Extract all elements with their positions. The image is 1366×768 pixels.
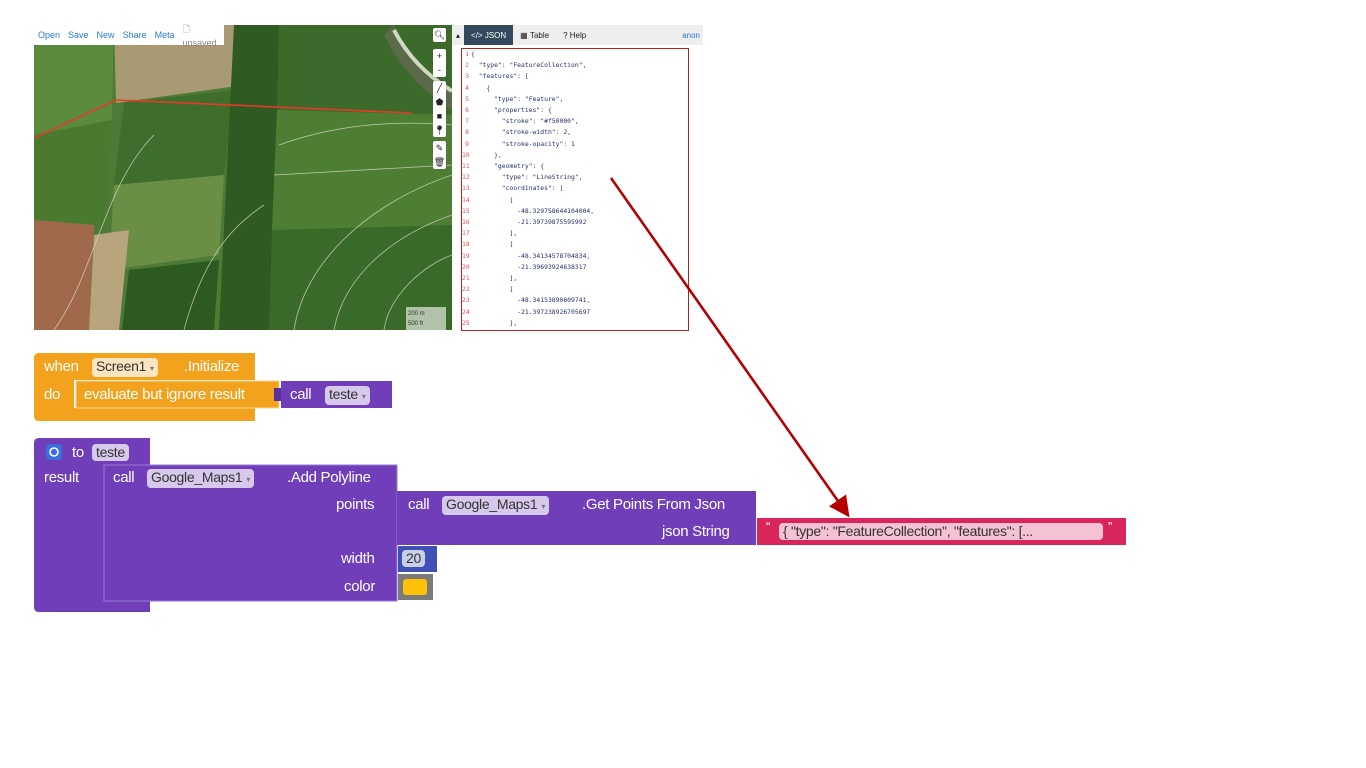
procedure-name-field[interactable]: teste [92, 444, 129, 461]
event-name: .Initialize [184, 358, 240, 375]
when-label: when [44, 358, 79, 375]
procedure-dropdown-label: teste [329, 386, 358, 402]
method-label: .Add Polyline [287, 469, 371, 486]
procedure-dropdown[interactable]: teste ▾ [325, 386, 370, 405]
color-label: color [344, 578, 376, 595]
chevron-down-icon: ▾ [541, 502, 546, 511]
chevron-down-icon: ▾ [246, 475, 251, 484]
json-string-label: json String [662, 523, 730, 540]
blocks-canvas [34, 353, 1126, 612]
chevron-down-icon: ▾ [150, 364, 154, 373]
quote-close: ” [1108, 519, 1113, 534]
color-swatch[interactable] [403, 579, 427, 595]
evaluate-block[interactable]: evaluate but ignore result [84, 386, 245, 403]
inner-call-label: call [408, 496, 430, 513]
inner-method-label: .Get Points From Json [582, 496, 725, 513]
screen-dropdown[interactable]: Screen1 ▾ [92, 358, 158, 377]
width-field[interactable]: 20 [402, 550, 425, 567]
do-label: do [44, 386, 61, 403]
call-label: call [113, 469, 135, 486]
quote-open: “ [766, 519, 771, 534]
points-label: points [336, 496, 375, 513]
chevron-down-icon: ▾ [361, 392, 366, 401]
json-string-field[interactable]: { "type": "FeatureCollection", "features… [779, 523, 1103, 540]
screen-dropdown-label: Screen1 [96, 358, 147, 374]
width-label: width [341, 550, 375, 567]
to-label: to [72, 444, 84, 461]
inner-component-dropdown-label: Google_Maps1 [446, 496, 538, 512]
component-dropdown-label: Google_Maps1 [151, 469, 243, 485]
result-label: result [44, 469, 79, 486]
inner-component-dropdown[interactable]: Google_Maps1 ▾ [442, 496, 550, 515]
component-dropdown[interactable]: Google_Maps1 ▾ [147, 469, 255, 488]
call-label: call [290, 386, 312, 403]
